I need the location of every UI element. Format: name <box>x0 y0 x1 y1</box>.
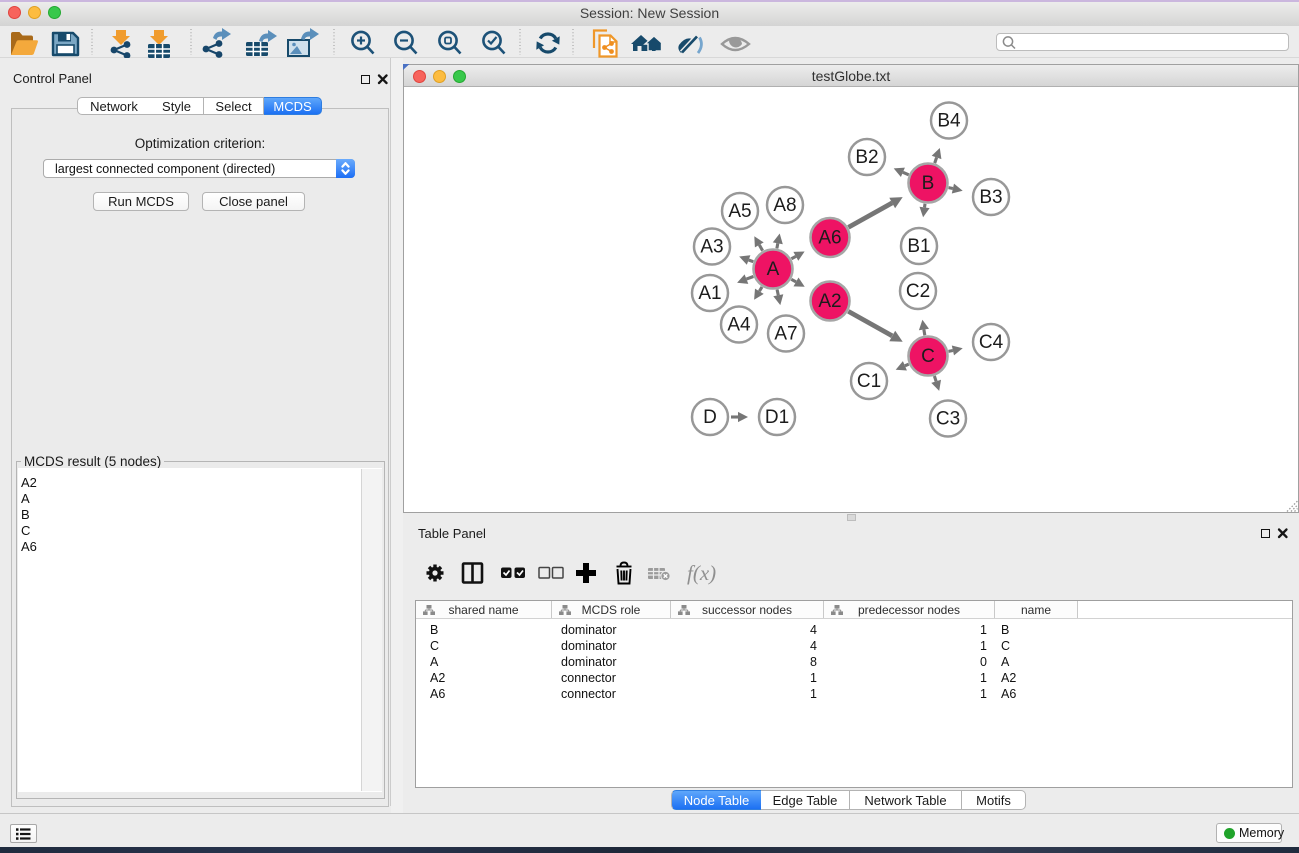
svg-text:D1: D1 <box>765 407 789 428</box>
svg-text:C: C <box>921 346 935 367</box>
svg-text:f(x): f(x) <box>687 561 716 585</box>
svg-text:B1: B1 <box>907 236 930 257</box>
svg-text:B2: B2 <box>855 147 878 168</box>
svg-text:A6: A6 <box>818 228 841 249</box>
svg-text:A8: A8 <box>773 195 796 216</box>
svg-text:C3: C3 <box>936 409 960 430</box>
svg-text:A2: A2 <box>818 291 841 312</box>
svg-text:B3: B3 <box>979 187 1002 208</box>
svg-text:C2: C2 <box>906 281 930 302</box>
svg-text:B4: B4 <box>937 111 961 132</box>
svg-text:A5: A5 <box>728 201 751 222</box>
svg-text:A7: A7 <box>774 324 797 345</box>
svg-text:A3: A3 <box>700 237 723 258</box>
svg-text:B: B <box>922 173 935 194</box>
svg-text:C4: C4 <box>979 332 1004 353</box>
svg-text:A1: A1 <box>698 283 721 304</box>
svg-text:D: D <box>703 407 717 428</box>
svg-text:C1: C1 <box>857 371 881 392</box>
svg-text:A: A <box>767 259 780 280</box>
svg-text:A4: A4 <box>727 315 751 336</box>
